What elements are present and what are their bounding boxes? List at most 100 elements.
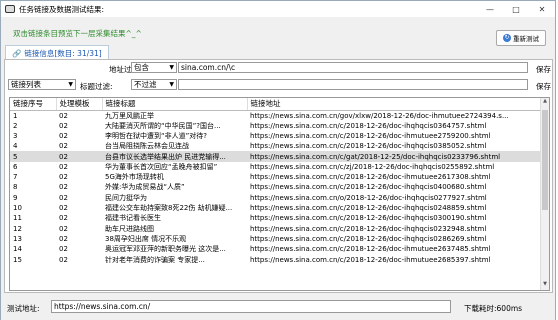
status-bar: 测试地址: https://news.sina.com.cn/ 下载耗时:600… [1, 294, 555, 320]
table-cell: 02 [56, 151, 102, 162]
table-cell: 02 [59, 234, 68, 243]
column-header[interactable]: 链接序号 [10, 98, 57, 111]
link-icon: 🔗 [12, 48, 22, 58]
title-filter-mode-select[interactable]: 不过滤 ▼ [131, 79, 177, 90]
tab-label: 链接信息[数目: 31/31] [24, 48, 102, 58]
table-row[interactable]: 6 02 华为董事长首次回应“孟晚舟被扣留” https://news.sina.co… [10, 162, 549, 172]
table-cell: 5G海外市场现转机 [105, 173, 164, 182]
table-cell: 02 [59, 255, 68, 264]
table-cell: 15 [13, 255, 22, 264]
table-cell: 02 [59, 214, 68, 223]
table-cell: https://news.sina.com.cn/c/zj/2018-12-26… [250, 162, 495, 171]
refresh-icon: ↻ [503, 34, 511, 42]
scroll-up-icon[interactable]: ▲ [541, 98, 549, 107]
table-cell: 台当局阻挠陈云林会见连战 [105, 142, 189, 151]
table-row[interactable]: 8 02 外媒:华为成贸易战“人质” https://news.sina.com.cn… [10, 182, 549, 192]
url-filter-mode-value: 包含 [134, 63, 149, 72]
table-row[interactable]: 7 02 5G海外市场现转机 https://news.sina.com.cn/c/2… [10, 172, 549, 182]
table-cell: 3 [13, 131, 18, 140]
table-cell: 02 [59, 111, 68, 120]
test-url-input[interactable]: https://news.sina.com.cn/ [51, 300, 451, 313]
chevron-down-icon: ▼ [169, 64, 174, 71]
table-cell: https://news.sina.com.cn/gov/xlxw/2018-1… [250, 111, 509, 120]
table-cell: https://news.sina.com.cn/c/2018-12-26/do… [250, 183, 487, 192]
table-cell: https://news.sina.com.cn/c/2018-12-26/do… [250, 142, 487, 151]
table-cell: 华为董事长首次回应“孟晚舟被扣留” [105, 162, 218, 171]
title-bar: 任务链接及数据测试结果: — □ ✕ [1, 1, 555, 17]
table-cell: 2 [13, 121, 18, 130]
title-save-button[interactable]: 保存 [536, 81, 551, 92]
table-cell: 11 [13, 214, 22, 223]
table-row[interactable]: 14 02 奥运冠军邓亚萍的新职务曝光 这次是... https://news.sin… [10, 244, 549, 254]
result-window: 任务链接及数据测试结果: — □ ✕ 双击链接条目预览下一层采集结果^_^ ↻ … [0, 0, 556, 320]
scroll-thumb[interactable] [542, 110, 548, 210]
list-select[interactable]: 链接列表 ▼ [8, 79, 76, 90]
table-cell: 福建书记看长医生 [105, 214, 161, 223]
table-row[interactable]: 15 02 针对老年消费的诈骗案 专家提... https://news.sina.c… [10, 254, 549, 264]
scroll-down-icon[interactable]: ▼ [541, 281, 549, 290]
table-cell: 02 [59, 183, 68, 192]
table-row[interactable]: 12 02 助车尺进路线图 https://news.sina.com.cn/c/20… [10, 223, 549, 233]
table-cell: 九万里风鹏正举 [105, 111, 154, 120]
table-cell: 12 [13, 224, 22, 233]
table-row[interactable]: 11 02 福建书记看长医生 https://news.sina.com.cn/c/2… [10, 213, 549, 223]
table-row[interactable]: 3 02 李明哲在狱中遭到“非人道”对待? https://news.sina.com… [10, 131, 549, 141]
tab-link-info[interactable]: 🔗 链接信息[数目: 31/31] [5, 45, 109, 60]
table-cell: 02 [59, 173, 68, 182]
table-cell: 1 [13, 111, 18, 120]
column-header[interactable]: 链接标题 [102, 98, 248, 111]
table-cell: 14 [13, 245, 22, 254]
table-cell: 6 [13, 162, 18, 171]
table-cell: 02 [59, 142, 68, 151]
refresh-button[interactable]: ↻ 重新测试 [496, 30, 546, 46]
link-table: 链接序号 处理模板 链接标题 链接地址 1 02 九万里风鹏正举 https://news.… [9, 97, 550, 291]
column-header[interactable]: 处理模板 [56, 98, 103, 111]
url-filter-mode-select[interactable]: 包含 ▼ [131, 62, 177, 73]
chevron-down-icon: ▼ [68, 81, 73, 88]
refresh-label: 重新测试 [513, 35, 539, 43]
table-cell: 民间力挺华为 [105, 193, 147, 202]
table-row[interactable]: 13 02 38周孕妇出席 情况不乐观 https://news.sina.com.c… [10, 234, 549, 244]
table-cell: 13 [13, 234, 22, 243]
url-save-button[interactable]: 保存 [536, 64, 551, 75]
table-cell: 02 [59, 204, 68, 213]
table-cell: https://news.sina.com.cn/c/2018-12-26/do… [250, 204, 487, 213]
column-header[interactable]: 链接地址 [247, 98, 549, 111]
table-row[interactable]: 5 02 台县市议长选举结果出炉 民进党输得... https://news.sina… [10, 151, 549, 162]
table-row[interactable]: 2 02 大陆要消灭所谓的“中华民国”?国台... https://news.sina… [10, 121, 549, 131]
table-cell: 8 [13, 183, 18, 192]
minimize-button[interactable]: — [477, 1, 503, 17]
table-cell: https://news.sina.com.cn/c/2018-12-26/do… [250, 224, 487, 233]
table-row[interactable]: 4 02 台当局阻挠陈云林会见连战 https://news.sina.com.cn/… [10, 141, 549, 151]
table-cell: 02 [59, 162, 68, 171]
table-cell: https://news.sina.com.cn/c/2018-12-26/do… [250, 245, 491, 254]
table-cell: 4 [13, 142, 18, 151]
table-cell: 9 [13, 193, 18, 202]
table-cell: 38周孕妇出席 情况不乐观 [105, 234, 187, 243]
list-select-value: 链接列表 [11, 80, 41, 89]
table-row[interactable]: 9 02 民间力挺华为 https://news.sina.com.cn/o/2018… [10, 193, 549, 203]
close-button[interactable]: ✕ [529, 1, 555, 17]
table-cell: https://news.sina.com.cn/c/2018-12-26/do… [250, 214, 487, 223]
table-cell: 02 [59, 224, 68, 233]
table-cell: 02 [59, 131, 68, 140]
maximize-button[interactable]: □ [503, 1, 529, 17]
table-cell: https://news.sina.com.cn/c/2018-12-26/do… [250, 173, 491, 182]
table-cell: 外媒:华为成贸易战“人质” [105, 183, 185, 192]
table-row[interactable]: 1 02 九万里风鹏正举 https://news.sina.com.cn/gov/x… [10, 110, 549, 121]
download-time: 下载耗时:600ms [464, 304, 523, 313]
title-filter-label: 标题过滤: [80, 82, 113, 91]
chevron-down-icon: ▼ [169, 81, 174, 88]
title-filter-input[interactable] [178, 79, 528, 90]
window-title: 任务链接及数据测试结果: [19, 4, 105, 14]
table-row[interactable]: 10 02 福建公交车劫持案致8死22伤 劫机嫌疑... https://news.s… [10, 203, 549, 213]
app-icon [5, 5, 15, 13]
table-cell: 助车尺进路线图 [105, 224, 154, 233]
table-cell: 02 [59, 193, 68, 202]
vertical-scrollbar[interactable]: ▲ ▼ [540, 98, 549, 290]
table-cell: 大陆要消灭所谓的“中华民国”?国台... [105, 121, 221, 130]
table-cell: 02 [59, 121, 68, 130]
table-cell: 奥运冠军邓亚萍的新职务曝光 这次是... [105, 245, 226, 254]
table-cell: https://news.sina.com.cn/c/2018-12-26/do… [250, 121, 487, 130]
url-filter-input[interactable]: sina.com.cn/\c [178, 62, 528, 73]
